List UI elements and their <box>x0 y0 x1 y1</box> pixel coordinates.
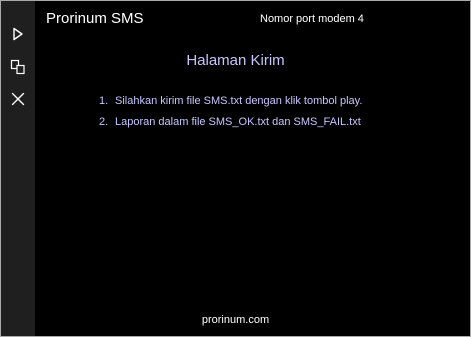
play-button[interactable] <box>1 19 35 49</box>
list-item-text: Laporan dalam file SMS_OK.txt dan SMS_FA… <box>115 116 361 128</box>
copy-button[interactable] <box>1 52 35 82</box>
instruction-list: 1. Silahkan kirim file SMS.txt dengan kli… <box>99 95 362 137</box>
close-icon <box>11 92 25 106</box>
list-item-number: 1. <box>99 95 109 107</box>
list-item-number: 2. <box>99 116 109 128</box>
modem-port-label: Nomor port modem 4 <box>260 13 364 25</box>
app-window: Prorinum SMS Nomor port modem 4 Halaman … <box>0 0 471 337</box>
play-icon <box>12 27 24 41</box>
list-item: 2. Laporan dalam file SMS_OK.txt dan SMS_… <box>99 116 362 137</box>
list-item: 1. Silahkan kirim file SMS.txt dengan kli… <box>99 95 362 116</box>
close-button[interactable] <box>1 84 35 114</box>
page-title: Halaman Kirim <box>186 52 285 69</box>
copy-icon <box>10 59 26 75</box>
website-link[interactable]: prorinum.com <box>35 314 436 326</box>
sidebar <box>1 1 35 336</box>
app-title: Prorinum SMS <box>46 10 144 27</box>
list-item-text: Silahkan kirim file SMS.txt dengan klik … <box>115 95 363 107</box>
main-panel: Prorinum SMS Nomor port modem 4 Halaman … <box>35 1 470 336</box>
